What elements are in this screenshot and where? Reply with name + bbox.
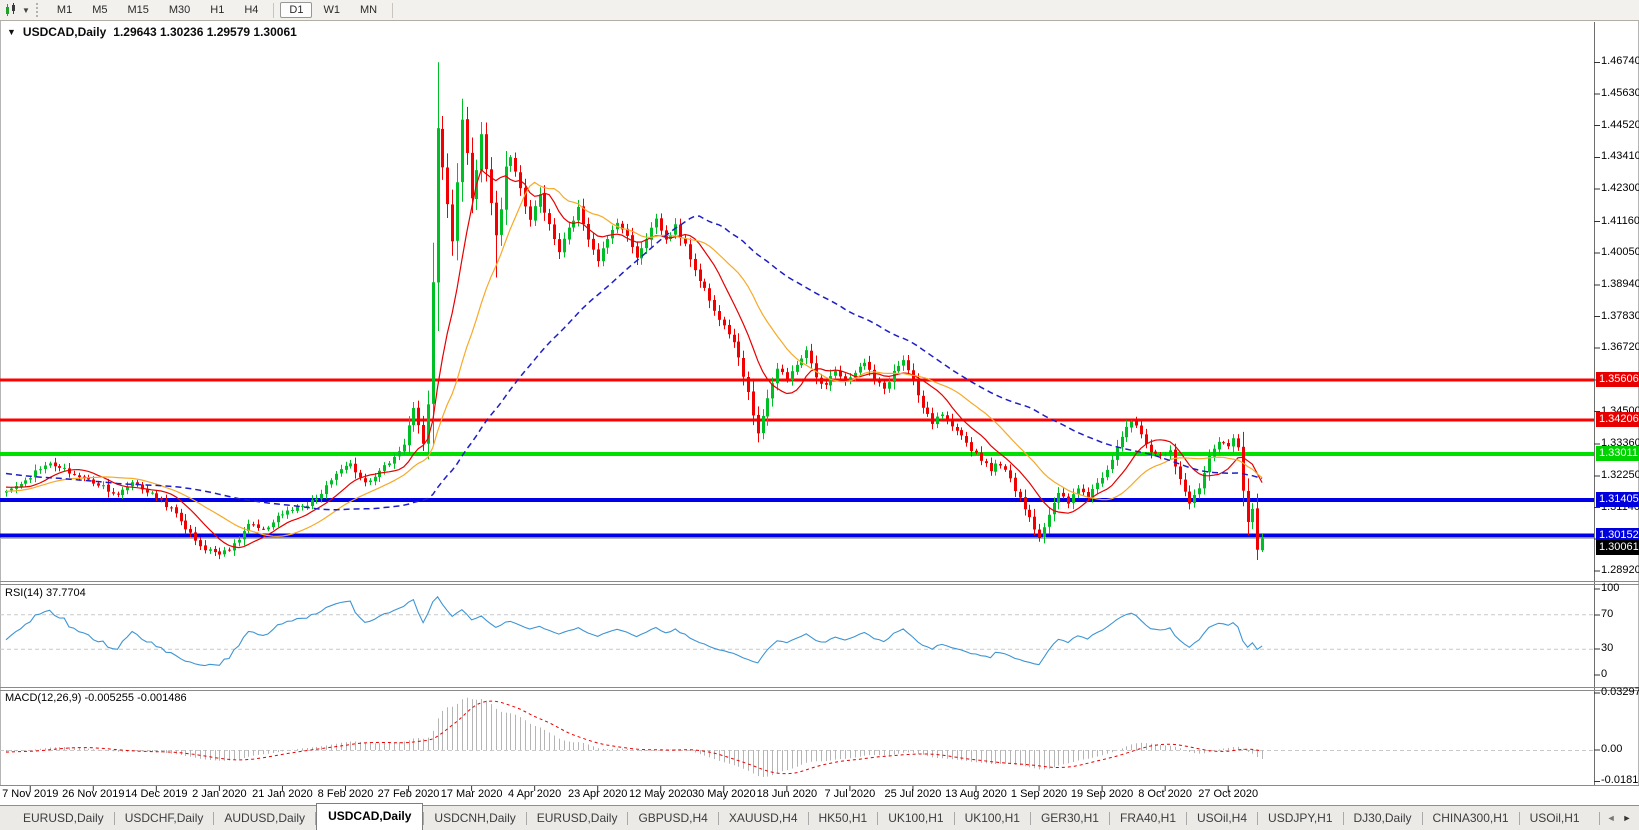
macd-tick-label: -0.018154 [1601, 774, 1639, 786]
date-tick-17-mar-2020: 17 Mar 2020 [441, 788, 503, 800]
timeframe-button-h1[interactable]: H1 [201, 2, 233, 18]
timeframe-button-m30[interactable]: M30 [160, 2, 199, 18]
macd-tick-label: 0.032972 [1601, 686, 1639, 698]
tab-uk100-h1-10[interactable]: UK100,H1 [955, 807, 1030, 829]
level-price-label-1.35606: 1.35606 [1596, 372, 1639, 387]
toolbar-separator [273, 3, 274, 18]
level-price-label-1.30061: 1.30061 [1596, 540, 1639, 555]
tab-usdcnh-daily-4[interactable]: USDCNH,Daily [424, 807, 525, 829]
symbol-title: USDCAD,Daily [23, 25, 106, 39]
chart-header: ▼ USDCAD,Daily 1.29643 1.30236 1.29579 1… [7, 25, 297, 39]
date-tick-2-jan-2020: 2 Jan 2020 [192, 788, 246, 800]
tab-eurusd-daily-5[interactable]: EURUSD,Daily [527, 807, 628, 829]
date-tick-30-may-2020: 30 May 2020 [692, 788, 756, 800]
tab-usoil-h1-17[interactable]: USOil,H1 [1520, 807, 1590, 829]
rsi-tick-label: 30 [1601, 642, 1613, 654]
date-tick-12-may-2020: 12 May 2020 [629, 788, 693, 800]
date-tick-8-feb-2020: 8 Feb 2020 [318, 788, 374, 800]
tab-scroll-arrows: ◄► [1590, 812, 1639, 825]
date-tick-13-aug-2020: 13 Aug 2020 [945, 788, 1007, 800]
tab-separator [1599, 812, 1600, 825]
rsi-tick-label: 100 [1601, 582, 1619, 594]
timeframe-toolbar: ▼ M1M5M15M30H1H4 D1W1MN [0, 0, 1639, 21]
tab-usdcad-daily-3[interactable]: USDCAD,Daily [316, 803, 423, 830]
price-tick-label: 1.37830 [1601, 310, 1639, 322]
timeframe-button-h4[interactable]: H4 [235, 2, 267, 18]
date-tick-26-nov-2019: 26 Nov 2019 [62, 788, 124, 800]
timeframe-button-d1[interactable]: D1 [280, 2, 312, 18]
price-tick-label: 1.32250 [1601, 469, 1639, 481]
tab-china300-h1-16[interactable]: CHINA300,H1 [1423, 807, 1519, 829]
rsi-tick-label: 0 [1601, 668, 1607, 680]
price-tick-label: 1.43410 [1601, 150, 1639, 162]
date-tick-7-jul-2020: 7 Jul 2020 [825, 788, 876, 800]
chevron-down-icon[interactable]: ▼ [22, 6, 30, 15]
macd-signal-line [6, 701, 1262, 774]
date-tick-25-jul-2020: 25 Jul 2020 [884, 788, 941, 800]
price-tick-label: 1.42300 [1601, 182, 1639, 194]
tab-hk50-h1-8[interactable]: HK50,H1 [809, 807, 878, 829]
level-price-label-1.33011: 1.33011 [1596, 446, 1639, 461]
timeframe-button-m1[interactable]: M1 [48, 2, 81, 18]
macd-histogram [7, 698, 1263, 777]
tab-scroll-left-icon[interactable]: ◄ [1607, 813, 1616, 823]
date-tick-4-apr-2020: 4 Apr 2020 [508, 788, 561, 800]
price-tick-label: 1.45630 [1601, 87, 1639, 99]
level-price-label-1.31405: 1.31405 [1596, 492, 1639, 507]
timeframe-button-mn[interactable]: MN [351, 2, 386, 18]
date-tick-27-oct-2020: 27 Oct 2020 [1198, 788, 1258, 800]
timeframe-button-m15[interactable]: M15 [118, 2, 157, 18]
macd-indicator-label: MACD(12,26,9) -0.005255 -0.001486 [5, 692, 187, 704]
price-tick-label: 1.41160 [1601, 215, 1639, 227]
price-tick-label: 1.28920 [1601, 564, 1639, 576]
level-price-label-1.34206: 1.34206 [1596, 412, 1639, 427]
date-tick-21-jan-2020: 21 Jan 2020 [252, 788, 313, 800]
price-tick-label: 1.44520 [1601, 119, 1639, 131]
tab-scroll-right-icon[interactable]: ► [1623, 813, 1632, 823]
rsi-line [6, 597, 1262, 666]
date-tick-19-sep-2020: 19 Sep 2020 [1071, 788, 1133, 800]
date-tick-23-apr-2020: 23 Apr 2020 [568, 788, 627, 800]
symbol-dropdown-icon[interactable]: ▼ [7, 27, 16, 37]
ma-mid-orange [6, 182, 1262, 536]
date-tick-18-jun-2020: 18 Jun 2020 [757, 788, 818, 800]
date-tick-27-feb-2020: 27 Feb 2020 [378, 788, 440, 800]
price-tick-label: 1.36720 [1601, 341, 1639, 353]
macd-tick-label: 0.00 [1601, 743, 1622, 755]
rsi-tick-label: 70 [1601, 608, 1613, 620]
price-chart-canvas[interactable] [0, 0, 1639, 830]
trading-app-window: ▼ M1M5M15M30H1H4 D1W1MN ▼ USDCAD,Daily 1.… [0, 0, 1639, 830]
timeframe-button-m5[interactable]: M5 [83, 2, 116, 18]
chart-periods-icon[interactable]: ▼ [4, 3, 30, 17]
date-tick-8-oct-2020: 8 Oct 2020 [1138, 788, 1192, 800]
tab-uk100-h1-9[interactable]: UK100,H1 [878, 807, 953, 829]
tab-usdjpy-h1-14[interactable]: USDJPY,H1 [1258, 807, 1342, 829]
date-tick-7-nov-2019: 7 Nov 2019 [2, 788, 58, 800]
mini-candles-icon [4, 3, 20, 17]
date-tick-14-dec-2019: 14 Dec 2019 [125, 788, 187, 800]
date-tick-1-sep-2020: 1 Sep 2020 [1011, 788, 1067, 800]
tab-eurusd-daily-0[interactable]: EURUSD,Daily [13, 807, 114, 829]
price-tick-label: 1.38940 [1601, 278, 1639, 290]
tab-usoil-h4-13[interactable]: USOil,H4 [1187, 807, 1257, 829]
timeframe-button-w1[interactable]: W1 [314, 2, 349, 18]
price-tick-label: 1.46740 [1601, 55, 1639, 67]
tab-usdchf-daily-1[interactable]: USDCHF,Daily [115, 807, 214, 829]
tab-xauusd-h4-7[interactable]: XAUUSD,H4 [719, 807, 808, 829]
tab-audusd-daily-2[interactable]: AUDUSD,Daily [214, 807, 315, 829]
toolbar-separator [392, 3, 393, 18]
symbol-tab-bar: EURUSD,DailyUSDCHF,DailyAUDUSD,DailyUSDC… [0, 805, 1639, 830]
ohlc-values: 1.29643 1.30236 1.29579 1.30061 [113, 25, 297, 39]
toolbar-grip[interactable] [36, 3, 42, 17]
tab-fra40-h1-12[interactable]: FRA40,H1 [1110, 807, 1186, 829]
tab-gbpusd-h4-6[interactable]: GBPUSD,H4 [628, 807, 717, 829]
price-tick-label: 1.40050 [1601, 246, 1639, 258]
ma-slow-blue [6, 216, 1262, 510]
rsi-indicator-label: RSI(14) 37.7704 [5, 587, 86, 599]
tab-ger30-h1-11[interactable]: GER30,H1 [1031, 807, 1109, 829]
tab-dj30-daily-15[interactable]: DJ30,Daily [1344, 807, 1422, 829]
